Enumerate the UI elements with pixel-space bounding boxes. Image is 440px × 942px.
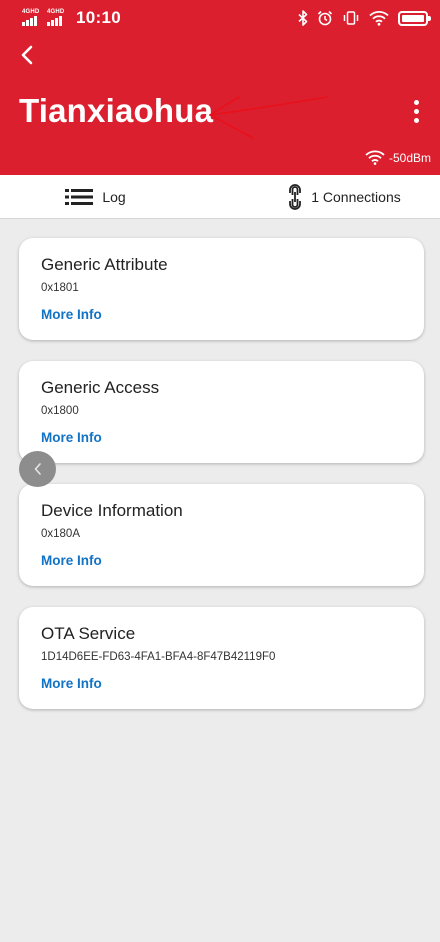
battery-icon [398, 10, 431, 26]
service-card-generic-attribute[interactable]: Generic Attribute 0x1801 More Info [19, 238, 424, 340]
tab-log-label: Log [102, 188, 126, 205]
more-info-link[interactable]: More Info [41, 676, 102, 691]
status-bar: 4GHD 4GHD 10:10 [0, 0, 440, 36]
rssi-indicator: -50dBm [365, 150, 431, 165]
service-uuid: 1D14D6EE-FD63-4FA1-BFA4-8F47B42119F0 [41, 651, 276, 663]
more-info-link[interactable]: More Info [41, 430, 102, 445]
service-name: OTA Service [41, 624, 136, 643]
more-info-link[interactable]: More Info [41, 307, 102, 322]
service-card-generic-access[interactable]: Generic Access 0x1800 More Info [19, 361, 424, 463]
service-card-device-information[interactable]: Device Information 0x180A More Info [19, 484, 424, 586]
chevron-left-icon [21, 45, 33, 65]
service-name: Device Information [41, 501, 183, 520]
service-name: Generic Attribute [41, 255, 168, 274]
tab-connections-label: 1 Connections [311, 188, 401, 205]
device-title: Tianxiaohua [19, 92, 214, 129]
more-info-link[interactable]: More Info [41, 553, 102, 568]
service-uuid: 0x180A [41, 528, 81, 540]
tab-bar: Log 1 Connections [0, 175, 440, 219]
tab-log[interactable]: Log [0, 175, 209, 218]
service-card-ota-service[interactable]: OTA Service 1D14D6EE-FD63-4FA1-BFA4-8F47… [19, 607, 424, 709]
signal-strength-icon [365, 150, 385, 165]
service-uuid: 0x1801 [41, 282, 79, 294]
chevron-left-icon [34, 463, 41, 475]
tab-connections[interactable]: 1 Connections [209, 175, 440, 218]
wifi-icon [369, 11, 389, 26]
cellular-signal-icon: 4GHD [22, 9, 42, 27]
annotation-arrow-icon [209, 96, 328, 139]
alarm-icon [317, 10, 333, 26]
link-icon [289, 183, 302, 210]
overflow-menu-button[interactable] [404, 96, 428, 126]
back-button[interactable] [12, 40, 42, 70]
service-uuid: 0x1800 [41, 405, 79, 417]
app-header: 4GHD 4GHD 10:10 Tianxiaohua -50dBm [0, 0, 440, 175]
bluetooth-icon [298, 10, 308, 26]
vibrate-icon [343, 11, 359, 25]
status-time: 10:10 [76, 8, 121, 27]
floating-back-handle[interactable] [19, 451, 56, 487]
list-icon [65, 188, 94, 205]
rssi-value: -50dBm [388, 150, 431, 165]
service-name: Generic Access [41, 378, 160, 397]
cellular-signal-icon: 4GHD [47, 9, 67, 27]
